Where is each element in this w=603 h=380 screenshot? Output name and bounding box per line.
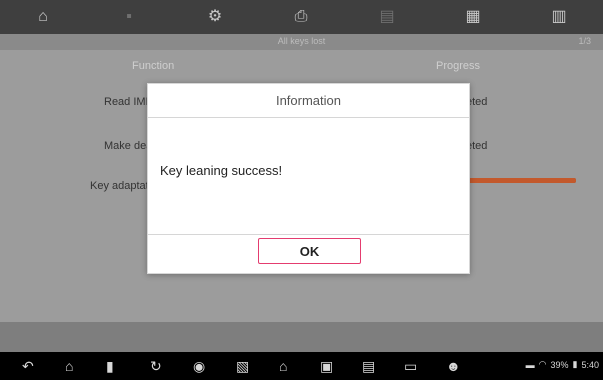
home-icon[interactable]: ⌂ <box>0 9 86 25</box>
refresh-icon[interactable]: ↻ <box>150 359 162 373</box>
information-dialog: Information Key leaning success! OK <box>147 83 470 274</box>
car-icon[interactable]: ▭ <box>404 359 417 373</box>
save-icon[interactable]: ▦ <box>430 9 516 25</box>
dialog-body: Key leaning success! <box>148 118 469 236</box>
ok-button[interactable]: OK <box>258 238 361 264</box>
gallery-icon[interactable]: ▧ <box>236 359 249 373</box>
screenshot-icon[interactable]: ◉ <box>193 359 205 373</box>
users-icon[interactable]: ☻ <box>446 359 461 373</box>
system-status-area: ▬ ◠ 39% ▮ 5:40 <box>526 359 599 370</box>
battery-icon: ▮ <box>572 359 578 369</box>
table-header: Function Progress <box>0 54 603 78</box>
row-function: Make dealer key <box>104 140 148 152</box>
dialog-title: Information <box>148 84 469 118</box>
dialog-message: Key leaning success! <box>160 163 283 178</box>
help-icon[interactable]: ▤ <box>344 9 430 25</box>
vci-icon[interactable]: ▣ <box>320 359 333 373</box>
row-function: Read IMMO <box>104 96 148 108</box>
back-icon[interactable]: ↶ <box>22 359 34 373</box>
column-header-progress: Progress <box>436 60 481 72</box>
app-home-icon[interactable]: ⌂ <box>279 359 287 373</box>
clock: 5:40 <box>581 359 599 370</box>
dialog-footer: OK <box>148 234 469 273</box>
vehicle-menu-icon[interactable]: ▪ <box>86 9 172 25</box>
exit-icon[interactable]: ▥ <box>516 9 602 25</box>
bottom-info-strip <box>0 322 603 352</box>
subbar-title: All keys lost <box>277 36 326 46</box>
wifi-icon: ◠ <box>538 359 547 369</box>
column-header-function: Function <box>132 60 175 72</box>
home-icon[interactable]: ⌂ <box>65 359 73 373</box>
key-adaptation-progress-bar <box>454 178 576 183</box>
chat-icon: ▬ <box>525 359 535 370</box>
battery-level: 39% <box>550 359 569 370</box>
android-navigation-bar: ↶ ⌂ ▮ ↻ ◉ ▧ ⌂ ▣ ▤ ▭ ☻ ▬ ◠ 39% ▮ 5:40 <box>0 352 603 380</box>
recent-apps-icon[interactable]: ▮ <box>106 359 114 373</box>
top-toolbar: ⌂ ▪ ⚙ ⎙ ▤ ▦ ▥ <box>0 0 603 34</box>
function-subbar: All keys lost 1/3 <box>0 34 603 50</box>
progress-fill <box>454 178 576 183</box>
settings-icon[interactable]: ⚙ <box>172 9 258 25</box>
subbar-page-indicator: 1/3 <box>578 36 591 46</box>
print-icon[interactable]: ⎙ <box>258 9 344 25</box>
row-function: Key adaptation <box>90 180 148 192</box>
vehicle-connect-icon[interactable]: ▤ <box>362 359 375 373</box>
